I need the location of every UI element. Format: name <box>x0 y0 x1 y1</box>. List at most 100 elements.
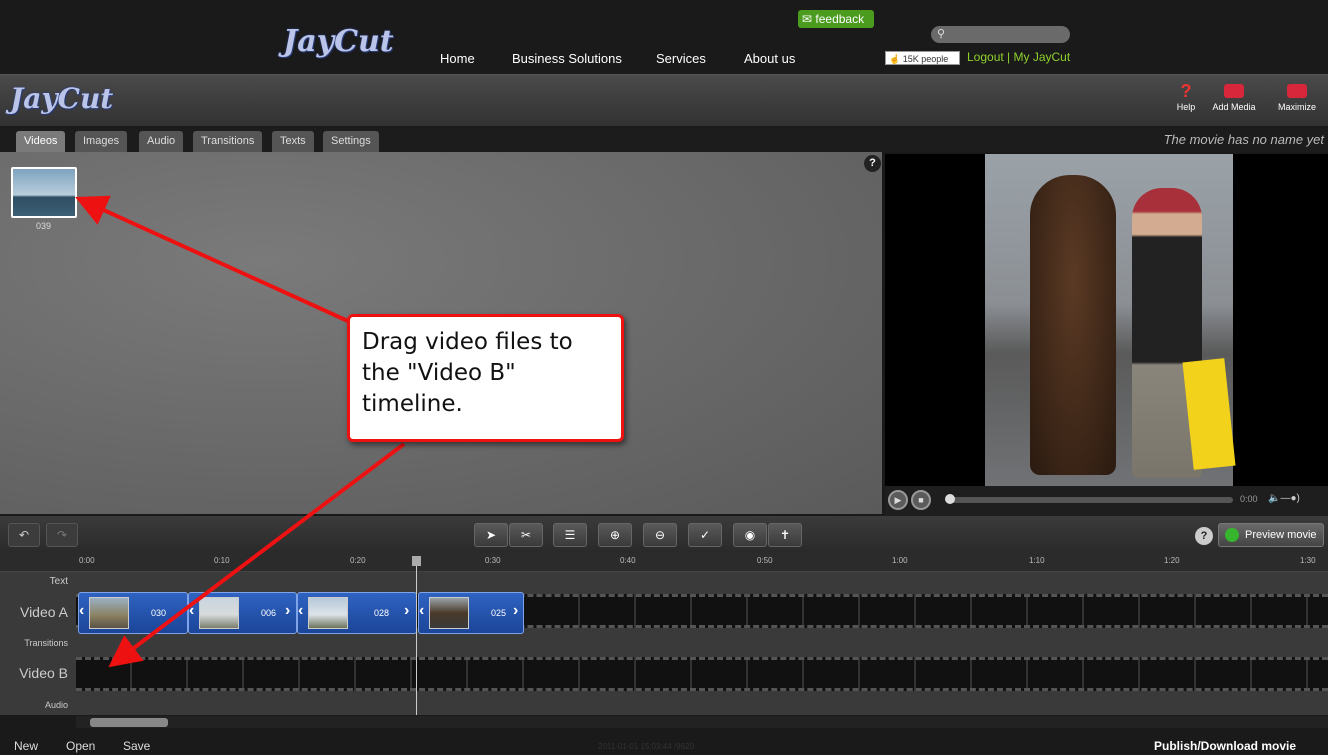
tab-images[interactable]: Images <box>75 131 128 152</box>
adjust-tool-icon[interactable]: ☰ <box>553 523 587 547</box>
timeline-ruler[interactable] <box>0 552 1328 572</box>
search-icon: ⚲ <box>937 28 946 40</box>
like-button[interactable]: ☝ 15K people <box>885 51 960 65</box>
video-b-track[interactable] <box>76 657 1328 691</box>
current-time: 0:00 <box>1240 494 1258 504</box>
feedback-button[interactable]: ✉ feedback <box>798 10 874 28</box>
feedback-label: feedback <box>815 12 865 26</box>
tick-label: 0:40 <box>620 556 636 565</box>
trim-left-icon[interactable]: ‹ <box>298 602 303 620</box>
select-tool-icon[interactable]: ➤ <box>474 523 508 547</box>
chat-icon: ✉ <box>802 12 816 26</box>
tick-label: 1:10 <box>1029 556 1045 565</box>
trim-left-icon[interactable]: ‹ <box>189 602 194 620</box>
maximize-label: Maximize <box>1277 102 1316 112</box>
site-logo[interactable]: JayCut <box>283 24 394 59</box>
tab-settings[interactable]: Settings <box>323 131 379 152</box>
trim-left-icon[interactable]: ‹ <box>79 602 84 620</box>
track-label-text: Text <box>49 576 68 587</box>
timeline-clip[interactable]: ‹ 030 <box>78 592 188 634</box>
video-thumbnail-label: 039 <box>36 221 52 231</box>
tick-label: 0:10 <box>214 556 230 565</box>
tab-texts[interactable]: Texts <box>272 131 314 152</box>
camera-add-icon <box>1208 80 1260 102</box>
costume-figure <box>1030 175 1116 475</box>
media-help-icon[interactable]: ? <box>864 155 881 172</box>
instruction-callout: Drag video files to the "Video B" timeli… <box>347 314 624 442</box>
video-thumbnail[interactable] <box>11 167 77 218</box>
save-button[interactable]: Save <box>123 739 150 753</box>
my-jaycut-link[interactable]: My JayCut <box>1014 50 1071 64</box>
tab-transitions[interactable]: Transitions <box>193 131 263 152</box>
scrollbar-thumb[interactable] <box>90 718 168 727</box>
stop-button[interactable]: ■ <box>911 490 931 510</box>
add-media-button[interactable]: Add Media <box>1208 80 1260 120</box>
maximize-button[interactable]: Maximize <box>1271 80 1323 120</box>
play-button[interactable]: ▶ <box>888 490 908 510</box>
preview-movie-button[interactable]: Preview movie <box>1218 523 1324 547</box>
clip-thumbnail <box>199 597 239 629</box>
clip-number: 028 <box>374 608 390 618</box>
track-label-video-a: Video A <box>19 604 68 620</box>
clip-number: 025 <box>491 608 507 618</box>
effect-tool-icon[interactable]: ✓ <box>688 523 722 547</box>
clip-thumbnail <box>429 597 469 629</box>
tick-label: 0:30 <box>485 556 501 565</box>
new-button[interactable]: New <box>14 739 38 753</box>
zoom-in-icon[interactable]: ⊕ <box>598 523 632 547</box>
nav-services[interactable]: Services <box>656 51 706 66</box>
playhead-handle[interactable] <box>412 556 421 566</box>
seek-handle[interactable] <box>945 494 955 504</box>
nav-business-solutions[interactable]: Business Solutions <box>512 51 622 66</box>
clip-number: 030 <box>151 608 167 618</box>
tick-label: 1:20 <box>1164 556 1180 565</box>
volume-icon[interactable]: 🔈—●) <box>1268 493 1300 504</box>
cut-tool-icon[interactable]: ✂ <box>509 523 543 547</box>
tab-audio[interactable]: Audio <box>139 131 184 152</box>
app-bar <box>0 74 1328 126</box>
publish-download-button[interactable]: Publish/Download movie <box>1154 739 1296 753</box>
undo-icon[interactable]: ↶ <box>8 523 40 547</box>
timeline-clip[interactable]: ‹ 028 › <box>297 592 417 634</box>
trim-right-icon[interactable]: › <box>513 602 518 620</box>
track-label-audio: Audio <box>44 700 68 710</box>
open-button[interactable]: Open <box>66 739 95 753</box>
timeline-clip[interactable]: ‹ 006 › <box>188 592 297 634</box>
nav-about-us[interactable]: About us <box>744 51 795 66</box>
tick-label: 1:30 <box>1300 556 1316 565</box>
timeline-scrollbar[interactable] <box>76 716 1328 728</box>
record-tool-icon[interactable]: ◉ <box>733 523 767 547</box>
account-links: Logout | My JayCut <box>967 50 1070 64</box>
track-label-transitions: Transitions <box>24 638 68 648</box>
app-logo: JayCut <box>10 82 114 115</box>
search-input[interactable]: ⚲ <box>931 26 1070 43</box>
movie-name[interactable]: The movie has no name yet <box>1164 132 1324 147</box>
play-circle-icon <box>1225 528 1239 542</box>
color-tool-icon[interactable]: ✝ <box>768 523 802 547</box>
trim-left-icon[interactable]: ‹ <box>419 602 424 620</box>
help-button[interactable]: ? Help <box>1160 80 1212 120</box>
zoom-out-icon[interactable]: ⊖ <box>643 523 677 547</box>
tab-videos[interactable]: Videos <box>16 131 66 152</box>
clip-thumbnail <box>308 597 348 629</box>
timeline-help-icon[interactable]: ? <box>1195 527 1213 545</box>
logout-link[interactable]: Logout <box>967 50 1004 64</box>
track-label-video-b: Video B <box>19 665 68 681</box>
like-count: 15K people <box>902 54 949 64</box>
seek-bar[interactable] <box>948 497 1233 503</box>
maximize-icon <box>1271 80 1323 102</box>
clip-thumbnail <box>89 597 129 629</box>
preview-movie-label: Preview movie <box>1245 529 1317 541</box>
tick-label: 0:20 <box>350 556 366 565</box>
separator: | <box>1007 50 1011 64</box>
trim-right-icon[interactable]: › <box>404 602 409 620</box>
timeline-clip[interactable]: ‹ 025 › <box>418 592 524 634</box>
tick-label: 0:50 <box>757 556 773 565</box>
redo-icon[interactable]: ↷ <box>46 523 78 547</box>
thumbs-up-icon: ☝ <box>889 54 901 64</box>
tick-label: 0:00 <box>79 556 95 565</box>
trim-right-icon[interactable]: › <box>285 602 290 620</box>
timestamp: 2011-01-01 15:03:44 /9620 <box>598 742 694 751</box>
clip-number: 006 <box>261 608 277 618</box>
nav-home[interactable]: Home <box>440 51 475 66</box>
